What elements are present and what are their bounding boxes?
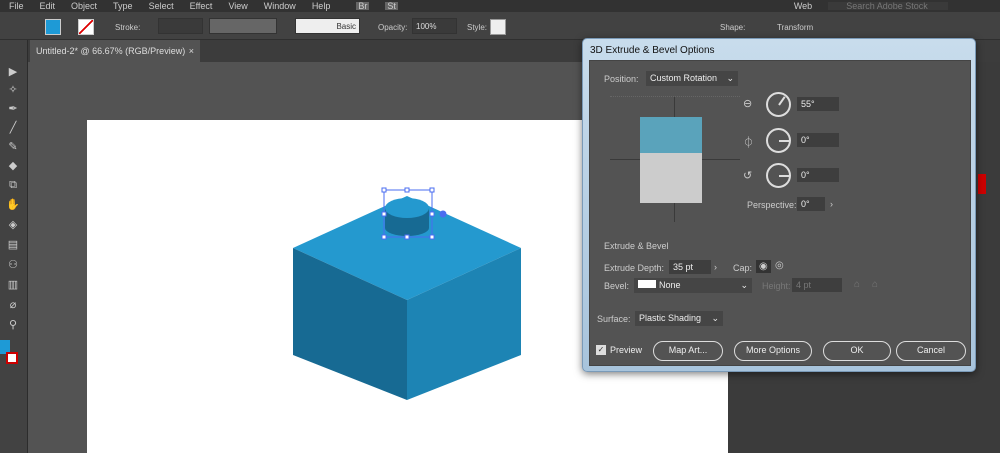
extrude-depth-input[interactable]: 35 pt	[669, 260, 711, 274]
cylinder-object[interactable]	[385, 198, 429, 236]
stock-search-input[interactable]: Search Adobe Stock	[828, 2, 949, 11]
cap-off-icon[interactable]: ◎	[775, 260, 784, 271]
cancel-button[interactable]: Cancel	[896, 341, 966, 361]
preview-checkbox[interactable]: ✓	[596, 345, 606, 355]
perspective-slider-arrow[interactable]: ›	[830, 199, 833, 209]
surface-label: Surface:	[597, 314, 631, 324]
x-axis-icon: ⊖	[743, 98, 753, 110]
bevel-select[interactable]: None ⌄	[634, 278, 752, 293]
bevel-label: Bevel:	[604, 281, 630, 291]
chevron-down-icon: ⌄	[740, 280, 748, 290]
bevel-value: None	[659, 280, 681, 290]
surface-select[interactable]: Plastic Shading ⌄	[635, 311, 723, 326]
transform-button[interactable]: Transform	[777, 23, 813, 32]
dialog-title: 3D Extrude & Bevel Options	[590, 45, 715, 56]
height-input: 4 pt	[792, 278, 842, 292]
position-value: Custom Rotation	[650, 73, 718, 83]
surface-value: Plastic Shading	[639, 313, 702, 323]
preview-label: Preview	[610, 345, 643, 355]
cap-label: Cap:	[733, 263, 753, 273]
depth-slider-arrow[interactable]: ›	[714, 262, 717, 272]
ok-button[interactable]: OK	[823, 341, 891, 361]
extrude-bevel-dialog: 3D Extrude & Bevel Options Position: Cus…	[582, 38, 976, 372]
position-label: Position:	[604, 74, 639, 84]
x-rotation-input[interactable]: 55°	[797, 97, 839, 111]
more-options-button[interactable]: More Options	[734, 341, 812, 361]
z-rotation-input[interactable]: 0°	[797, 168, 839, 182]
chevron-down-icon: ⌄	[726, 73, 734, 83]
cap-on-icon[interactable]: ◉	[756, 260, 771, 273]
z-axis-icon: ↺	[743, 170, 753, 182]
y-rotation-dial[interactable]	[766, 128, 791, 153]
extrude-depth-label: Extrude Depth:	[604, 263, 665, 273]
bevel-preview-icon	[638, 280, 656, 288]
bevel-out-icon: ⌂	[854, 279, 861, 290]
height-label: Height:	[762, 281, 791, 291]
bevel-in-icon: ⌂	[872, 279, 879, 290]
chevron-down-icon: ⌄	[711, 313, 719, 323]
rotation-preview-area[interactable]	[610, 96, 740, 222]
preview-cube-top[interactable]	[640, 117, 702, 153]
y-rotation-input[interactable]: 0°	[797, 133, 839, 147]
preview-cube-front[interactable]	[640, 153, 702, 203]
extrude-section-title: Extrude & Bevel	[604, 241, 669, 251]
color-swatch-red[interactable]	[978, 174, 986, 194]
perspective-label: Perspective:	[747, 200, 797, 210]
y-axis-icon: ⏀	[743, 137, 754, 149]
x-rotation-dial[interactable]	[766, 92, 791, 117]
dialog-body: Position: Custom Rotation ⌄ ⊖ 55° ⏀ 0° ↺ …	[589, 60, 971, 366]
z-rotation-dial[interactable]	[766, 163, 791, 188]
perspective-input[interactable]: 0°	[797, 197, 825, 211]
map-art-button[interactable]: Map Art...	[653, 341, 723, 361]
position-select[interactable]: Custom Rotation ⌄	[646, 71, 738, 86]
workspace-switcher[interactable]: Web	[794, 2, 812, 11]
